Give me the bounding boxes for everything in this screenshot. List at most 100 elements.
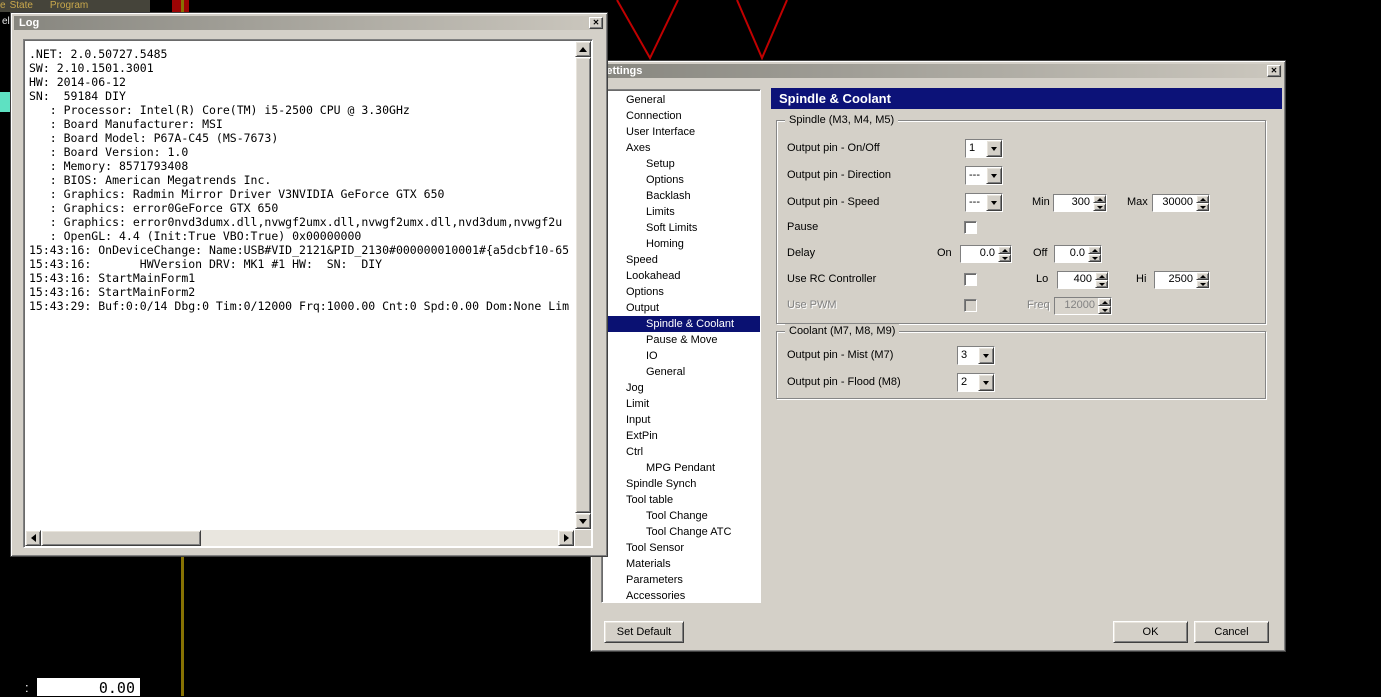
tree-item[interactable]: Tool Change ATC [602,524,760,540]
tree-item[interactable]: Options [602,172,760,188]
tree-item[interactable]: Ctrl [602,444,760,460]
tree-item[interactable]: Limit [602,396,760,412]
chevron-down-icon[interactable] [978,374,994,391]
log-window: Log ✕ .NET: 2.0.50727.5485 SW: 2.10.1501.… [10,12,608,557]
tree-item[interactable]: Connection [602,108,760,124]
tree-item[interactable]: Setup [602,156,760,172]
dro-prefix: : [25,680,29,695]
onoff-combo-value: 1 [966,140,986,157]
tree-item[interactable]: ExtPin [602,428,760,444]
vertical-scrollbar[interactable] [575,41,591,529]
tree-item[interactable]: Speed [602,252,760,268]
tree-item[interactable]: Tool Sensor [602,540,760,556]
delay-on-spinner[interactable]: 0.0 [960,245,1012,263]
menu-item[interactable]: State [10,0,33,12]
tree-item[interactable]: User Interface [602,124,760,140]
log-line: : BIOS: American Megatrends Inc. [29,173,272,187]
scroll-up-icon[interactable] [575,41,591,57]
spin-up-icon[interactable] [1196,272,1209,280]
tree-item[interactable]: Output [602,300,760,316]
pause-checkbox[interactable] [964,221,977,234]
tree-item[interactable]: General [602,92,760,108]
ok-button[interactable]: OK [1113,621,1188,643]
spin-up-icon [1098,298,1111,306]
menu-item[interactable]: Program [50,0,88,12]
settings-nav-tree: General Connection User Interface Axes Setup… [601,89,761,603]
log-titlebar[interactable]: Log ✕ [14,16,604,30]
chevron-down-icon[interactable] [986,167,1002,184]
tree-item[interactable]: Pause & Move [602,332,760,348]
close-icon[interactable]: ✕ [589,17,603,29]
vertical-scroll-thumb[interactable] [575,57,591,513]
horizontal-scrollbar[interactable] [25,530,574,546]
flood-combo[interactable]: 2 [957,373,995,392]
rc-checkbox[interactable] [964,273,977,286]
delay-off-spinner[interactable]: 0.0 [1054,245,1102,263]
scroll-right-icon[interactable] [558,530,574,546]
log-line: 15:43:16: StartMainForm1 [29,271,196,285]
speed-combo[interactable]: --- [965,193,1003,212]
delay-on-value: 0.0 [961,246,998,262]
tree-item[interactable]: Input [602,412,760,428]
tree-item[interactable]: IO [602,348,760,364]
onoff-combo[interactable]: 1 [965,139,1003,158]
chevron-down-icon[interactable] [978,347,994,364]
tree-item[interactable]: Spindle Synch [602,476,760,492]
spin-down-icon[interactable] [1196,203,1209,211]
spin-up-icon[interactable] [1088,246,1101,254]
scroll-left-icon[interactable] [25,530,41,546]
horizontal-scroll-thumb[interactable] [41,530,201,546]
tree-item[interactable]: Axes [602,140,760,156]
min-spinner[interactable]: 300 [1053,194,1107,212]
settings-titlebar[interactable]: Settings ✕ [594,64,1282,78]
scroll-down-icon[interactable] [575,513,591,529]
coolant-group: Coolant (M7, M8, M9) Output pin - Mist (… [776,324,1266,399]
log-window-title: Log [19,17,40,29]
tree-item[interactable]: Jog [602,380,760,396]
tree-item[interactable]: Options [602,284,760,300]
spin-down-icon[interactable] [1093,203,1106,211]
chevron-down-icon[interactable] [986,194,1002,211]
spin-down-icon[interactable] [1095,280,1108,288]
spin-down-icon[interactable] [1088,254,1101,262]
clipped-edge-text: el [2,16,10,27]
tree-item[interactable]: Backlash [602,188,760,204]
tree-item[interactable]: Lookahead [602,268,760,284]
log-line: : OpenGL: 4.4 (Init:True VBO:True) 0x000… [29,229,362,243]
dro-value: 0.00 [98,679,135,697]
spin-down-icon[interactable] [1196,280,1209,288]
tree-item[interactable]: Tool Change [602,508,760,524]
tree-item[interactable]: Limits [602,204,760,220]
log-line: 15:43:16: StartMainForm2 [29,285,196,299]
tree-item[interactable]: Spindle & Coolant [602,316,760,332]
delay-label: Delay [787,247,816,259]
spin-up-icon[interactable] [1093,195,1106,203]
spin-up-icon[interactable] [1095,272,1108,280]
tree-item[interactable]: Materials [602,556,760,572]
spin-up-icon[interactable] [1196,195,1209,203]
direction-combo[interactable]: --- [965,166,1003,185]
log-text: .NET: 2.0.50727.5485 SW: 2.10.1501.3001 HW… [25,41,574,529]
tree-item[interactable]: Soft Limits [602,220,760,236]
lo-spinner[interactable]: 400 [1057,271,1109,289]
close-icon[interactable]: ✕ [1267,65,1281,77]
min-label: Min [1032,196,1050,208]
max-spinner[interactable]: 30000 [1152,194,1210,212]
tree-item[interactable]: MPG Pendant [602,460,760,476]
tree-item[interactable]: Homing [602,236,760,252]
set-default-button[interactable]: Set Default [604,621,684,643]
spin-up-icon[interactable] [998,246,1011,254]
mist-combo-value: 3 [958,347,978,364]
tree-item[interactable]: General [602,364,760,380]
tree-item[interactable]: Tool table [602,492,760,508]
direction-label: Output pin - Direction [787,169,891,181]
log-line: : Graphics: error0nvd3dumx.dll,nvwgf2umx… [29,215,563,229]
spin-down-icon[interactable] [998,254,1011,262]
tree-item[interactable]: Accessories [602,588,760,602]
hi-spinner[interactable]: 2500 [1154,271,1210,289]
cancel-button[interactable]: Cancel [1194,621,1269,643]
chevron-down-icon[interactable] [986,140,1002,157]
mist-combo[interactable]: 3 [957,346,995,365]
tree-item[interactable]: Parameters [602,572,760,588]
menu-item[interactable]: e [0,0,6,12]
